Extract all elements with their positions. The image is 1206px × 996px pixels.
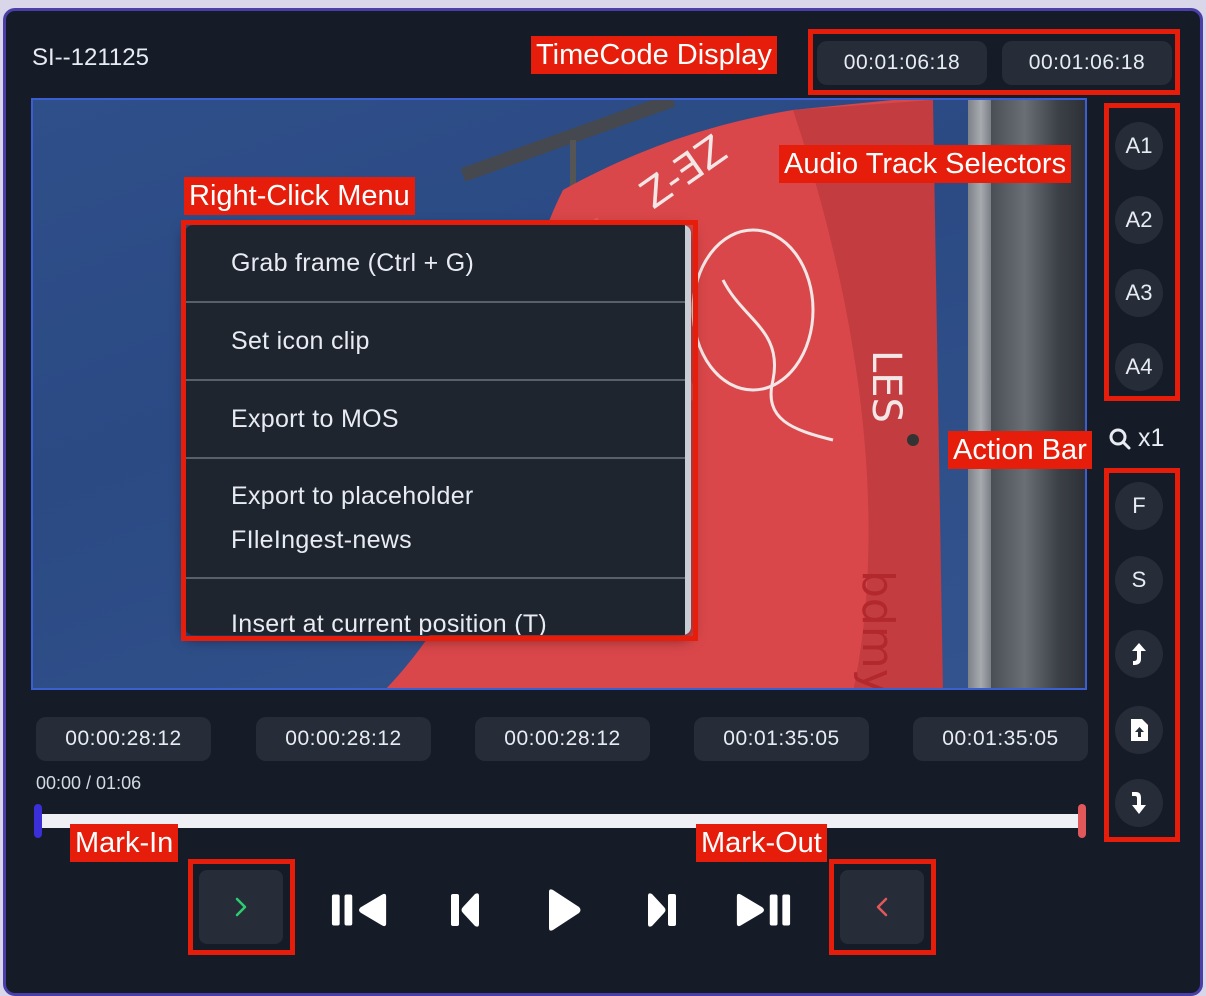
zoom-level: x1 <box>1138 424 1165 452</box>
menu-scrollbar[interactable] <box>685 225 691 635</box>
annotation-label-mark-in: Mark-In <box>70 824 179 862</box>
mark-in-handle[interactable] <box>34 804 42 838</box>
clip-title: SI--121125 <box>32 44 149 71</box>
step-back-icon <box>451 893 479 927</box>
timecode-4: 00:01:35:05 <box>694 717 869 761</box>
skip-to-start-icon <box>331 893 387 927</box>
mark-out-handle[interactable] <box>1078 804 1086 838</box>
skip-to-start-button[interactable] <box>330 880 390 940</box>
annotation-label-menu: Right-Click Menu <box>184 177 415 215</box>
menu-item-export-to-mos[interactable]: Export to MOS <box>185 381 691 459</box>
chevron-left-icon <box>876 897 888 917</box>
action-file-upload-button[interactable] <box>1115 706 1163 754</box>
action-upload-button[interactable] <box>1115 630 1163 678</box>
menu-item-insert-at-position[interactable]: Insert at current position (T) <box>185 579 691 635</box>
timecode-2: 00:00:28:12 <box>256 717 431 761</box>
audio-track-a2[interactable]: A2 <box>1115 196 1163 244</box>
upload-arrow-icon <box>1132 643 1146 665</box>
audio-track-a1[interactable]: A1 <box>1115 122 1163 170</box>
skip-to-end-icon <box>736 893 791 927</box>
search-icon <box>1109 428 1131 449</box>
video-pole <box>991 100 1085 688</box>
file-upload-icon <box>1131 719 1148 741</box>
header-timecode-out: 00:01:06:18 <box>1002 41 1172 85</box>
zoom-control[interactable]: x1 <box>1108 424 1164 453</box>
annotation-label-action-bar: Action Bar <box>948 431 1092 469</box>
timecode-1: 00:00:28:12 <box>36 717 211 761</box>
annotation-label-audio: Audio Track Selectors <box>779 145 1072 183</box>
menu-item-sublabel: FIleIngest-news <box>231 526 412 554</box>
timecode-5: 00:01:35:05 <box>913 717 1088 761</box>
svg-text:bdmy: bdmy <box>852 570 903 690</box>
menu-item-export-to-placeholder[interactable]: Export to placeholder FIleIngest-news <box>185 459 691 579</box>
play-button[interactable] <box>533 880 593 940</box>
step-back-button[interactable] <box>435 880 495 940</box>
action-download-button[interactable] <box>1115 779 1163 827</box>
menu-item-grab-frame[interactable]: Grab frame (Ctrl + G) <box>185 225 691 303</box>
action-f-button[interactable]: F <box>1115 482 1163 530</box>
timecode-3: 00:00:28:12 <box>475 717 650 761</box>
annotation-label-mark-out: Mark-Out <box>696 824 827 862</box>
step-forward-button[interactable] <box>632 880 692 940</box>
mark-out-button[interactable] <box>840 870 924 944</box>
step-forward-icon <box>648 893 676 927</box>
skip-to-end-button[interactable] <box>733 880 793 940</box>
svg-text:LES: LES <box>863 350 909 423</box>
chevron-right-icon <box>235 897 247 917</box>
mark-in-button[interactable] <box>199 870 283 944</box>
timeline-scrubber[interactable] <box>37 814 1083 828</box>
audio-track-a4[interactable]: A4 <box>1115 343 1163 391</box>
play-icon <box>549 889 581 931</box>
header-timecode-in: 00:01:06:18 <box>817 41 987 85</box>
context-menu: Grab frame (Ctrl + G) Set icon clip Expo… <box>185 225 691 635</box>
annotation-label-timecode: TimeCode Display <box>531 36 777 74</box>
download-arrow-icon <box>1132 792 1146 814</box>
audio-track-a3[interactable]: A3 <box>1115 269 1163 317</box>
action-s-button[interactable]: S <box>1115 556 1163 604</box>
menu-item-label: Export to placeholder <box>231 482 474 510</box>
menu-item-set-icon-clip[interactable]: Set icon clip <box>185 303 691 381</box>
elapsed-time: 00:00 / 01:06 <box>36 773 142 793</box>
